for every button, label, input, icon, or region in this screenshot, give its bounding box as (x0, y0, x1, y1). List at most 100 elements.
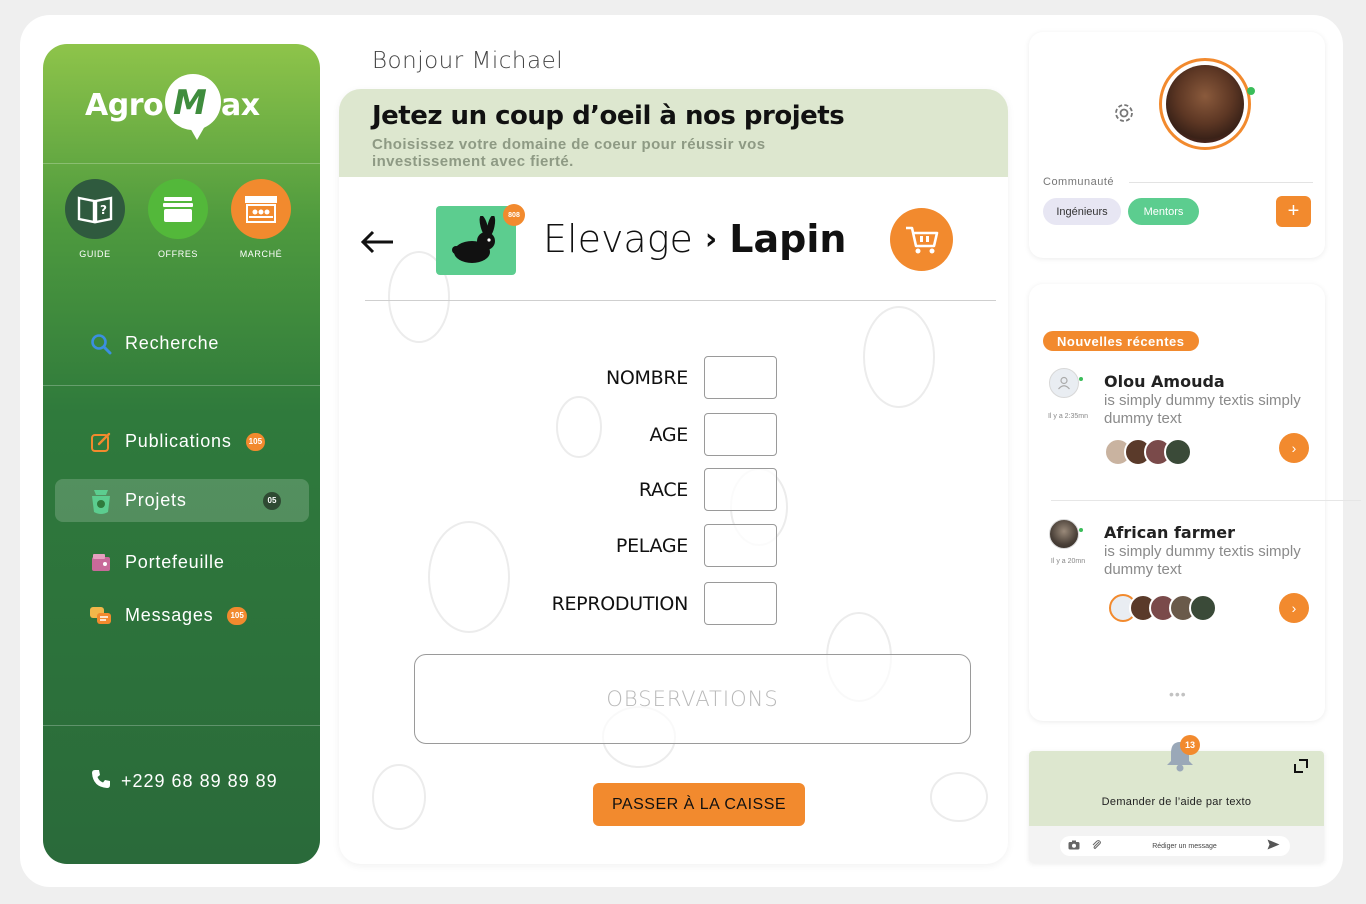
divider (365, 300, 996, 301)
observations-placeholder: OBSERVATIONS (606, 687, 779, 711)
field-reprodution: REPRODUTION (489, 582, 777, 625)
quick-link-offres[interactable]: OFFRES (148, 179, 208, 259)
checkout-button[interactable]: PASSER À LA CAISSE (593, 783, 805, 826)
notification-badge: 13 (1180, 735, 1200, 755)
more-icon[interactable]: ••• (1169, 686, 1187, 702)
phone-number: +229 68 89 89 89 (121, 771, 278, 791)
observations-field[interactable]: OBSERVATIONS (414, 654, 971, 744)
avatar (1049, 519, 1079, 549)
market-stall-icon (231, 179, 291, 239)
project-bag-icon (89, 489, 113, 514)
guide-book-icon: ? (65, 179, 125, 239)
tag-mentors[interactable]: Mentors (1128, 198, 1199, 225)
nombre-input[interactable] (704, 356, 777, 399)
quick-link-label: OFFRES (157, 249, 199, 259)
field-label: NOMBRE (605, 366, 688, 389)
phone-icon (91, 769, 111, 794)
logo[interactable]: Agro M ax (85, 74, 275, 146)
cart-icon (905, 226, 938, 253)
background-pattern (372, 251, 988, 830)
avatar (1049, 368, 1079, 398)
quick-link-guide[interactable]: ? GUIDE (65, 179, 125, 259)
news-text: is simply dummy textis simply dummy text (1104, 392, 1301, 427)
news-time: Il y a 2:35mn (1047, 413, 1089, 420)
divider (43, 163, 320, 164)
nav-search-label: Recherche (125, 333, 220, 353)
field-label: PELAGE (615, 534, 688, 557)
online-status-dot (1079, 528, 1083, 532)
quick-link-label: GUIDE (79, 249, 111, 259)
help-panel: 13 Demander de l’aide par texto Rédiger … (1029, 735, 1324, 863)
message-input[interactable]: Rédiger un message (1102, 843, 1267, 850)
nav-projets-label: Projets (125, 490, 187, 510)
back-arrow-icon[interactable] (359, 227, 395, 260)
nav-search[interactable]: Recherche (55, 322, 309, 365)
news-text: is simply dummy textis simply dummy text (1104, 543, 1301, 578)
nav-publications-label: Publications (125, 431, 232, 451)
chat-bubbles-icon (89, 604, 113, 628)
age-input[interactable] (704, 413, 777, 456)
divider (1051, 500, 1361, 501)
pelage-input[interactable] (704, 524, 777, 567)
breadcrumb-current: Lapin (729, 217, 847, 261)
quick-link-label: MARCHÉ (239, 249, 283, 259)
expand-icon[interactable] (1294, 759, 1308, 778)
count-badge: 105 (227, 606, 247, 625)
field-age: AGE (489, 413, 777, 456)
nav-publications[interactable]: Publications 105 (55, 420, 309, 463)
paperclip-icon[interactable] (1092, 837, 1102, 855)
race-input[interactable] (704, 468, 777, 511)
count-badge: 05 (263, 491, 281, 510)
news-author: Olou Amouda (1104, 372, 1225, 391)
phone-contact[interactable]: +229 68 89 89 89 (91, 769, 278, 794)
user-icon (1058, 376, 1070, 390)
profile-panel: Communauté Ingénieurs Mentors + (1029, 32, 1325, 258)
wallet-icon (89, 551, 113, 575)
avatar[interactable] (1159, 58, 1251, 150)
online-status-dot (1079, 377, 1083, 381)
breadcrumb: Elevage › Lapin (543, 217, 846, 261)
field-label: AGE (649, 423, 689, 446)
divider (1129, 182, 1313, 183)
chevron-right-icon[interactable]: › (1279, 433, 1309, 463)
nav-projets[interactable]: Projets 05 (55, 479, 309, 522)
sidebar: Agro M ax ? GUIDE OFFRES MARCHÉ Recherch… (43, 44, 320, 864)
nav-messages[interactable]: Messages 105 (55, 594, 309, 637)
logo-mark: M (173, 83, 207, 123)
quick-link-marche[interactable]: MARCHÉ (231, 179, 291, 259)
send-icon[interactable] (1267, 837, 1280, 855)
participants-avatars (1104, 438, 1192, 466)
cart-button[interactable] (890, 208, 953, 271)
search-icon (89, 332, 113, 356)
add-community-button[interactable]: + (1276, 196, 1311, 227)
chevron-right-icon[interactable]: › (1279, 593, 1309, 623)
reprodution-input[interactable] (704, 582, 777, 625)
logo-text-right: ax (221, 88, 260, 123)
svg-text:?: ? (100, 203, 107, 217)
news-time: Il y a 20mn (1050, 558, 1086, 565)
field-race: RACE (489, 468, 777, 511)
divider (43, 725, 320, 726)
breadcrumb-category[interactable]: Elevage (543, 217, 693, 261)
nav-portefeuille[interactable]: Portefeuille (55, 541, 309, 584)
greeting: Bonjour Michael (372, 48, 564, 74)
community-label: Communauté (1043, 176, 1115, 188)
nav-messages-label: Messages (125, 605, 214, 625)
news-author: African farmer (1104, 523, 1236, 542)
participants-avatars (1109, 594, 1217, 622)
project-count-badge: 808 (503, 204, 525, 226)
card-title: Jetez un coup d’oeil à nos projets (372, 101, 845, 131)
card-subtitle: Choisissez votre domaine de coeur pour r… (372, 136, 766, 170)
message-composer[interactable]: Rédiger un message (1060, 836, 1290, 856)
offers-box-icon (148, 179, 208, 239)
help-title: Demander de l’aide par texto (1101, 796, 1252, 808)
camera-icon[interactable] (1068, 837, 1080, 855)
gear-icon[interactable] (1113, 102, 1135, 129)
count-badge: 105 (245, 432, 266, 451)
field-label: RACE (638, 478, 688, 501)
nav-portefeuille-label: Portefeuille (125, 552, 225, 572)
edit-icon (89, 430, 113, 454)
tag-ingenieurs[interactable]: Ingénieurs (1043, 198, 1121, 225)
field-label: REPRODUTION (551, 592, 689, 615)
logo-text-left: Agro (85, 88, 164, 123)
